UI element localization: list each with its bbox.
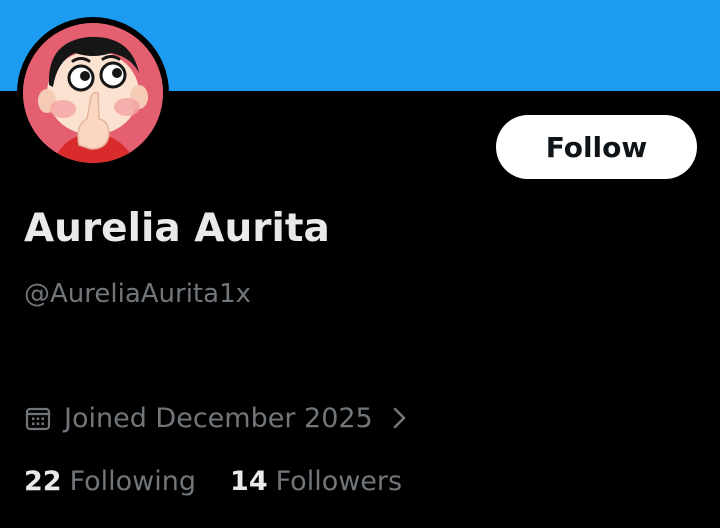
joined-date-row[interactable]: Joined December 2025 bbox=[24, 398, 411, 438]
cartoon-boy-avatar-icon bbox=[23, 23, 163, 163]
followers-link[interactable]: 14 Followers bbox=[230, 462, 402, 502]
follow-stats: 22 Following 14 Followers bbox=[24, 462, 402, 502]
chevron-right-icon[interactable] bbox=[389, 405, 411, 431]
avatar[interactable] bbox=[17, 17, 169, 169]
followers-label: Followers bbox=[275, 466, 403, 497]
display-name: Aurelia Aurita bbox=[24, 206, 330, 251]
profile-header: Follow Aurelia Aurita @AureliaAurita1x J… bbox=[0, 0, 720, 528]
follow-button[interactable]: Follow bbox=[496, 115, 697, 179]
following-count: 22 bbox=[24, 466, 62, 497]
following-link[interactable]: 22 Following bbox=[24, 462, 196, 502]
joined-date-text: Joined December 2025 bbox=[64, 402, 373, 434]
avatar-image[interactable] bbox=[23, 23, 163, 163]
user-handle: @AureliaAurita1x bbox=[24, 279, 251, 309]
followers-count: 14 bbox=[230, 466, 268, 497]
calendar-icon bbox=[24, 404, 52, 432]
following-label: Following bbox=[69, 466, 197, 497]
